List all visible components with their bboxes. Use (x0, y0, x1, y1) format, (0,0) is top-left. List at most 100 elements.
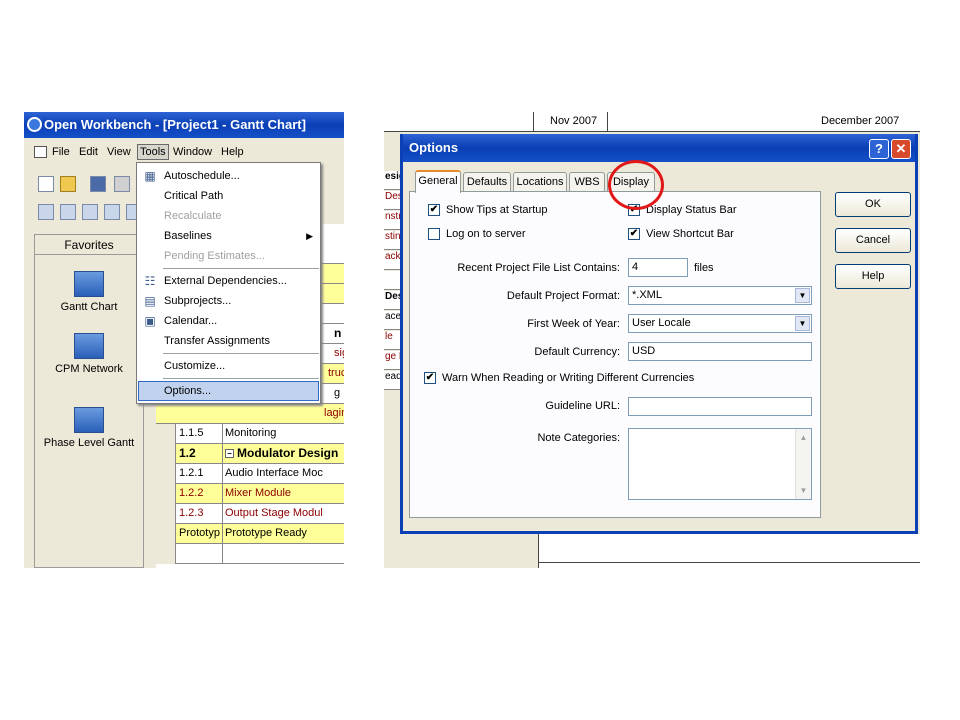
show-tips-checkbox[interactable]: ✔ (428, 204, 440, 216)
outline-icon[interactable] (60, 204, 76, 220)
files-unit-label: files (694, 262, 714, 274)
window-title: Open Workbench - [Project1 - Gantt Chart… (24, 112, 344, 138)
menu-item-subprojects[interactable]: ▤ Subprojects... (138, 291, 319, 311)
cancel-button[interactable]: Cancel (835, 228, 911, 253)
submenu-arrow-icon: ▶ (306, 231, 313, 241)
menubar: File Edit View Tools Window Help (24, 142, 344, 164)
note-categories-label: Note Categories: (537, 432, 620, 444)
resource-icon[interactable] (104, 204, 120, 220)
tab-general[interactable]: General (415, 170, 461, 193)
default-currency-label: Default Currency: (534, 346, 620, 358)
table-row[interactable] (156, 544, 344, 564)
default-format-label: Default Project Format: (506, 290, 620, 302)
autoschedule-icon: ▦ (144, 169, 156, 183)
menu-edit[interactable]: Edit (79, 146, 98, 158)
favorites-panel: Favorites Gantt Chart CPM Network Phase … (34, 234, 144, 568)
scroll-down-icon[interactable]: ▼ (796, 482, 811, 499)
menu-item-transfer-assignments[interactable]: Transfer Assignments (138, 331, 319, 351)
gantt-bg-grid (538, 534, 920, 568)
assign-icon[interactable] (82, 204, 98, 220)
menu-item-baselines[interactable]: Baselines ▶ (138, 226, 319, 246)
collapse-icon[interactable]: − (225, 449, 234, 459)
menu-file[interactable]: File (52, 146, 70, 158)
menu-item-critical-path[interactable]: Critical Path (138, 186, 319, 206)
log-on-server-label: Log on to server (446, 228, 526, 240)
help-button[interactable]: Help (835, 264, 911, 289)
app-icon (27, 117, 42, 132)
menu-item-calendar[interactable]: ▣ Calendar... (138, 311, 319, 331)
menu-separator (163, 378, 319, 379)
menu-separator (163, 353, 319, 354)
table-row[interactable]: 1.2.1 Audio Interface Moc (156, 464, 344, 484)
menu-item-options[interactable]: Options... (138, 381, 319, 401)
default-format-select[interactable]: *.XML ▼ (628, 286, 812, 305)
menu-tools[interactable]: Tools (137, 144, 169, 160)
menu-icon[interactable] (34, 146, 47, 158)
task-icon[interactable] (38, 204, 54, 220)
tab-locations[interactable]: Locations (513, 172, 567, 192)
cpm-network-icon (74, 333, 104, 359)
recent-files-label: Recent Project File List Contains: (457, 262, 620, 274)
table-row[interactable]: 1.2.3 Output Stage Modul (156, 504, 344, 524)
phase-gantt-icon (74, 407, 104, 433)
chevron-down-icon[interactable]: ▼ (795, 288, 810, 303)
tab-wbs[interactable]: WBS (569, 172, 605, 192)
guideline-url-label: Guideline URL: (545, 400, 620, 412)
new-file-icon[interactable] (38, 176, 54, 192)
question-icon: ? (875, 141, 883, 156)
warn-currencies-checkbox[interactable]: ✔ (424, 372, 436, 384)
open-folder-icon[interactable] (60, 176, 76, 192)
guideline-url-input[interactable] (628, 397, 812, 416)
menu-item-recalculate: Recalculate (164, 210, 222, 222)
table-row[interactable]: laging (156, 404, 344, 424)
log-on-server-checkbox[interactable] (428, 228, 440, 240)
warn-currencies-label: Warn When Reading or Writing Different C… (442, 372, 695, 384)
print-icon[interactable] (114, 176, 130, 192)
recent-files-input[interactable]: 4 (628, 258, 688, 277)
workbench-window: Open Workbench - [Project1 - Gantt Chart… (24, 112, 344, 568)
favorite-cpm-network[interactable]: CPM Network (35, 333, 143, 375)
menu-item-autoschedule[interactable]: ▦ Autoschedule... (138, 166, 319, 186)
menu-window[interactable]: Window (173, 146, 212, 158)
dependencies-icon: ☷ (144, 274, 156, 288)
ok-button[interactable]: OK (835, 192, 911, 217)
view-shortcut-bar-label: View Shortcut Bar (646, 228, 734, 240)
timeline-header: Nov 2007 December 2007 (384, 112, 920, 132)
menu-help[interactable]: Help (221, 146, 244, 158)
calendar-icon: ▣ (144, 314, 156, 328)
table-row[interactable]: 1.1.5 Monitoring (156, 424, 344, 444)
timeline-month-nov: Nov 2007 (538, 112, 608, 132)
menu-item-external-dependencies[interactable]: ☷ External Dependencies... (138, 271, 319, 291)
close-icon: ✕ (895, 141, 907, 156)
table-row[interactable]: 1.2.2 Mixer Module (156, 484, 344, 504)
menu-view[interactable]: View (107, 146, 131, 158)
favorite-gantt-chart[interactable]: Gantt Chart (35, 271, 143, 313)
table-row[interactable]: 1.2− Modulator Design (156, 444, 344, 464)
scroll-up-icon[interactable]: ▲ (796, 429, 811, 446)
show-tips-label: Show Tips at Startup (446, 204, 548, 216)
display-status-bar-label: Display Status Bar (646, 204, 737, 216)
timeline-month-dec: December 2007 (821, 115, 900, 127)
table-row[interactable]: Prototyp Prototype Ready (156, 524, 344, 544)
favorites-header: Favorites (35, 235, 143, 255)
menu-item-customize[interactable]: Customize... (138, 356, 319, 376)
save-icon[interactable] (90, 176, 106, 192)
first-week-select[interactable]: User Locale ▼ (628, 314, 812, 333)
menu-separator (163, 268, 319, 269)
default-currency-input[interactable]: USD (628, 342, 812, 361)
subprojects-icon: ▤ (144, 294, 156, 308)
tab-defaults[interactable]: Defaults (463, 172, 511, 192)
dialog-title: Options (403, 134, 915, 162)
timeline-left-cell (384, 112, 534, 132)
gantt-chart-icon (74, 271, 104, 297)
scrollbar[interactable]: ▲ ▼ (795, 429, 811, 499)
close-title-button[interactable]: ✕ (891, 139, 911, 159)
help-title-button[interactable]: ? (869, 139, 889, 159)
favorite-label: CPM Network (55, 363, 123, 375)
chevron-down-icon[interactable]: ▼ (795, 316, 810, 331)
favorite-label: Phase Level Gantt (43, 437, 135, 449)
note-categories-textarea[interactable]: ▲ ▼ (628, 428, 812, 500)
favorite-phase-level-gantt[interactable]: Phase Level Gantt (35, 407, 143, 449)
view-shortcut-bar-checkbox[interactable]: ✔ (628, 228, 640, 240)
general-tab-panel: ✔ Show Tips at Startup ✔ Display Status … (409, 191, 821, 518)
